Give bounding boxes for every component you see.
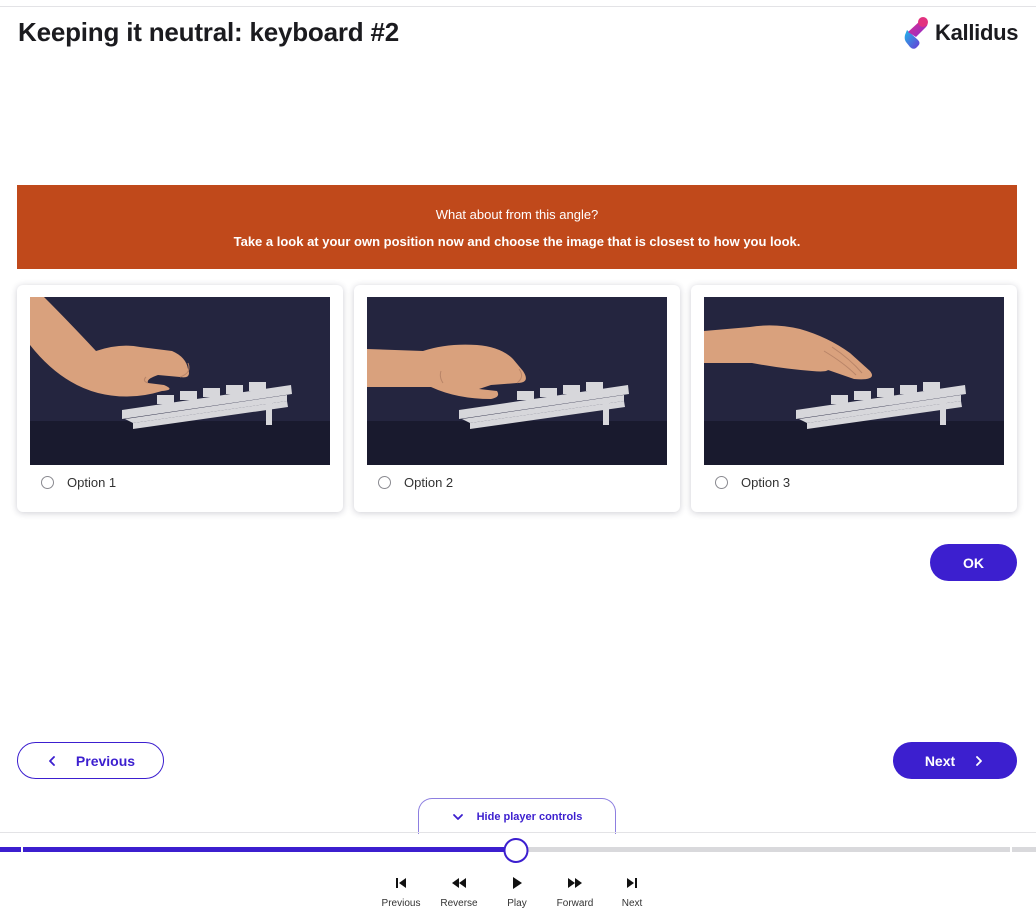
hand-raised-wrist-illustration [30,297,330,465]
option-card-2[interactable]: Option 2 [354,285,680,512]
hand-level-wrist-illustration [367,297,667,465]
chevron-right-icon [976,755,983,766]
player-forward-label: Forward [556,898,594,909]
skip-back-icon [396,878,406,888]
question-prompt: What about from this angle? [435,207,599,222]
kallidus-logo: Kallidus [904,16,1018,50]
previous-button-label: Previous [75,752,136,769]
skip-forward-icon [627,878,637,888]
chevron-down-icon [452,813,463,820]
next-button[interactable]: Next [893,742,1017,779]
option-1-radio[interactable] [41,476,54,489]
player-play-label: Play [507,898,527,909]
hand-extended-fingers-illustration [704,297,1004,465]
question-banner: What about from this angle? Take a look … [17,185,1017,269]
progress-fill [0,847,516,852]
player-play-button[interactable]: Play [487,876,547,909]
player-forward-button[interactable]: Forward [545,876,605,909]
question-instruction: Take a look at your own position now and… [233,234,801,249]
player-previous-button[interactable]: Previous [371,876,431,909]
player-previous-label: Previous [381,898,421,909]
page-title: Keeping it neutral: keyboard #2 [18,17,400,47]
option-card-3[interactable]: Option 3 [691,285,1017,512]
player-divider [0,832,1036,833]
option-card-1[interactable]: Option 1 [17,285,343,512]
option-2-label: Option 2 [404,475,454,490]
progress-tick-start [21,847,23,852]
hide-player-controls-toggle[interactable]: Hide player controls [418,798,616,834]
kallidus-logo-icon [904,17,928,49]
player-next-label: Next [621,898,643,909]
ok-button[interactable]: OK [930,544,1017,581]
next-button-label: Next [924,752,956,769]
rewind-icon [452,878,466,888]
option-3-radio[interactable] [715,476,728,489]
top-divider [0,6,1036,7]
option-1-label: Option 1 [67,475,117,490]
logo-text: Kallidus [935,20,1019,45]
fast-forward-icon [568,878,582,888]
player-next-button[interactable]: Next [602,876,662,909]
previous-button[interactable]: Previous [17,742,164,779]
player-reverse-label: Reverse [440,898,478,909]
hide-player-controls-label: Hide player controls [476,810,583,823]
option-3-label: Option 3 [741,475,791,490]
player-reverse-button[interactable]: Reverse [429,876,489,909]
chevron-left-icon [49,755,55,766]
progress-thumb[interactable] [503,838,529,863]
play-icon [513,877,522,889]
progress-tick-end [1010,847,1012,852]
option-2-radio[interactable] [378,476,391,489]
